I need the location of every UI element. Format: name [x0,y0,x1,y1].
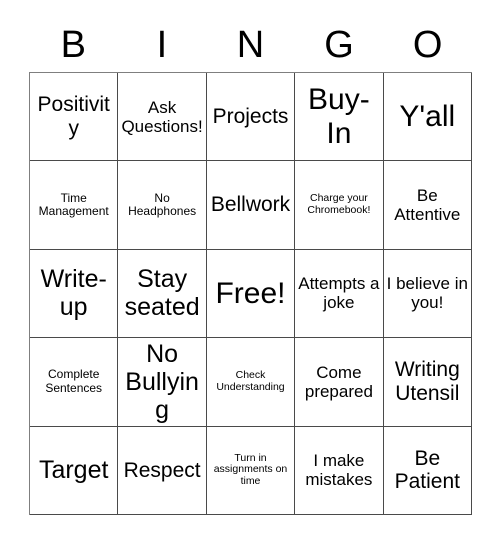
bingo-cell-r4-c2[interactable]: No Bullying [118,338,207,427]
bingo-card: B I N G O Positivity Ask Questions! Projects Bu… [0,0,500,544]
bingo-cell-label: Be Patient [394,446,460,494]
bingo-cell-r3-c2[interactable]: Stay seated [118,249,207,339]
bingo-free-space[interactable]: Free! [206,249,296,339]
bingo-cell-label: I believe in you! [386,274,468,313]
bingo-cell-label: Target [38,456,109,485]
bingo-cell-r4-c4[interactable]: Come prepared [295,338,384,427]
bingo-cell-label: Write-up [40,265,107,322]
bingo-cell-label: Complete Sentences [45,367,103,395]
bingo-cell-label: Bellwork [210,193,291,217]
bingo-cell-r3-c1[interactable]: Write-up [30,249,119,339]
bingo-cell-label: Buy-In [308,83,370,150]
bingo-cell-label: Ask Questions! [121,97,203,136]
bingo-cell-r2-c3[interactable]: Bellwork [206,161,296,250]
bingo-cell-r5-c5[interactable]: Be Patient [383,426,472,515]
bingo-cell-r4-c3[interactable]: Check Understanding [206,338,296,427]
bingo-cell-r4-c1[interactable]: Complete Sentences [30,338,119,427]
bingo-cell-label: I make mistakes [305,451,373,490]
bingo-cell-label: Charge your Chromebook! [307,192,371,217]
bingo-cell-r5-c3[interactable]: Turn in assignments on time [206,426,296,515]
bingo-cell-label: Stay seated [124,265,200,322]
bingo-header-letter-o: O [412,23,443,66]
bingo-cell-r2-c5[interactable]: Be Attentive [383,161,472,250]
bingo-cell-r1-c5[interactable]: Y'all [383,73,472,162]
bingo-cell-r2-c1[interactable]: Time Management [30,161,119,250]
bingo-cell-r5-c2[interactable]: Respect [118,426,207,515]
bingo-cell-r3-c5[interactable]: I believe in you! [383,249,472,339]
bingo-cell-label: Respect [123,458,201,482]
bingo-cell-r4-c5[interactable]: Writing Utensil [383,338,472,427]
bingo-cell-label: Projects [212,104,289,128]
bingo-cell-label: Writing Utensil [394,358,460,405]
bingo-header-letter-b: B [60,23,86,66]
bingo-cell-r1-c4[interactable]: Buy-In [295,73,384,162]
bingo-header-letter-n: N [236,23,265,66]
bingo-cell-r1-c3[interactable]: Projects [206,73,296,162]
bingo-cell-r5-c1[interactable]: Target [30,426,119,515]
bingo-cell-r3-c4[interactable]: Attempts a joke [295,249,384,339]
bingo-cell-label: No Bullying [125,339,199,424]
bingo-cell-r5-c4[interactable]: I make mistakes [295,426,384,515]
bingo-cell-label: Time Management [38,190,109,219]
bingo-cell-label: Be Attentive [394,186,461,225]
bingo-cell-label: Positivity [37,93,110,140]
bingo-header-letter-g: G [324,23,354,66]
bingo-grid: Positivity Ask Questions! Projects Buy-In Y'… [29,72,472,515]
bingo-cell-label: Y'all [399,99,456,133]
bingo-header: BINGO [29,17,472,72]
bingo-cell-r1-c2[interactable]: Ask Questions! [118,73,207,162]
bingo-cell-label: Come prepared [304,362,373,401]
bingo-cell-r2-c2[interactable]: No Headphones [118,161,207,250]
bingo-cell-label: Attempts a joke [298,274,380,313]
bingo-cell-label: Turn in assignments on time [213,451,288,488]
bingo-cell-label: Free! [215,276,286,310]
bingo-header-letter-i: I [156,23,168,66]
bingo-cell-label: Check Understanding [216,369,285,393]
bingo-cell-label: No Headphones [128,190,197,219]
bingo-cell-r1-c1[interactable]: Positivity [30,73,119,162]
bingo-cell-r2-c4[interactable]: Charge your Chromebook! [295,161,384,250]
